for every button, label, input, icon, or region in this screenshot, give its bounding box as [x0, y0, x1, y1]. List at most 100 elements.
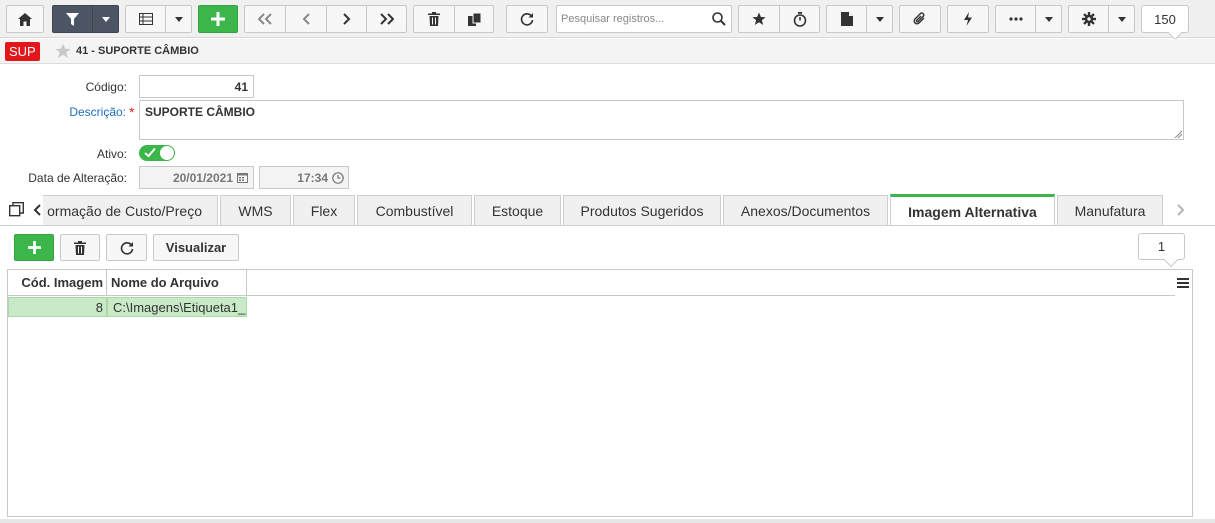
last-record-button[interactable] [366, 5, 407, 33]
tab-imagem-alternativa[interactable]: Imagem Alternativa [890, 194, 1055, 226]
tab-anexos-documentos[interactable]: Anexos/Documentos [723, 195, 888, 226]
caret-down-icon [101, 16, 110, 22]
cell-cod-imagem[interactable]: 8 [8, 297, 107, 317]
tab-estoque[interactable]: Estoque [474, 195, 561, 226]
copy-record-button[interactable] [454, 5, 494, 33]
tab-produtos-sugeridos[interactable]: Produtos Sugeridos [563, 195, 721, 226]
ativo-toggle[interactable] [139, 145, 175, 161]
filter-button[interactable] [52, 5, 92, 33]
cell-nome-arquivo[interactable]: C:\Imagens\Etiqueta1_ [107, 297, 247, 317]
copy-icon [467, 12, 481, 26]
codigo-value: 41 [234, 80, 248, 94]
filter-dropdown-button[interactable] [92, 5, 119, 33]
descricao-value: SUPORTE CÂMBIO [145, 105, 256, 119]
tab-label: Manufatura [1074, 203, 1146, 219]
windows-icon[interactable] [9, 202, 24, 217]
column-menu-icon[interactable] [1177, 278, 1189, 288]
list-view-icon [138, 13, 153, 25]
favorite-button[interactable] [738, 5, 779, 33]
grid-row-count: 1 [1138, 233, 1185, 268]
images-grid: Cód. Imagem Nome do Arquivo 8 C:\Imagens… [7, 269, 1193, 517]
quick-action-button[interactable] [947, 5, 989, 33]
visualizar-button[interactable]: Visualizar [153, 234, 239, 261]
settings-button[interactable] [1068, 5, 1108, 33]
add-image-button[interactable] [14, 234, 54, 261]
chevron-left-icon[interactable] [33, 204, 41, 216]
next-record-button[interactable] [326, 5, 366, 33]
more-dropdown-button[interactable] [1035, 5, 1062, 33]
descricao-field[interactable]: SUPORTE CÂMBIO [139, 100, 1184, 140]
last-record-icon [379, 13, 394, 25]
tab-strip: ormação de Custo/Preço WMS Flex Combustí… [0, 194, 1215, 226]
list-view-dropdown-button[interactable] [165, 5, 192, 33]
home-icon [18, 12, 32, 26]
delete-image-button[interactable] [60, 234, 100, 261]
add-record-button[interactable] [198, 5, 238, 33]
delete-record-button[interactable] [413, 5, 454, 33]
list-view-button[interactable] [125, 5, 165, 33]
tab-label: Imagem Alternativa [908, 203, 1037, 220]
filter-icon [66, 12, 79, 26]
star-icon [752, 12, 766, 25]
tab-manufatura[interactable]: Manufatura [1057, 195, 1163, 226]
favorite-star-icon[interactable] [55, 43, 71, 59]
data-alteracao-date-field: 20/01/2021 [139, 166, 254, 189]
trash-icon [74, 240, 86, 255]
search-input[interactable] [557, 6, 707, 32]
first-record-button[interactable] [244, 5, 285, 33]
settings-dropdown-button[interactable] [1108, 5, 1135, 33]
descricao-label: Descrição: [69, 105, 126, 119]
chevron-right-icon[interactable] [1177, 204, 1185, 216]
tab-label: Estoque [491, 203, 544, 219]
column-header-cod-imagem[interactable]: Cód. Imagem [8, 270, 107, 296]
caret-down-icon [1044, 16, 1053, 22]
previous-record-button[interactable] [285, 5, 326, 33]
refresh-icon [520, 13, 534, 26]
add-icon [27, 241, 41, 254]
search-icon[interactable] [712, 12, 726, 26]
refresh-button[interactable] [506, 5, 548, 33]
main-toolbar: 150 [0, 0, 1215, 41]
first-record-icon [258, 13, 272, 25]
more-button[interactable] [995, 5, 1035, 33]
next-record-icon [342, 13, 350, 25]
add-icon [211, 12, 225, 26]
codigo-field[interactable]: 41 [139, 75, 254, 98]
check-icon [144, 147, 156, 158]
caret-down-icon [1117, 16, 1126, 22]
ativo-label: Ativo: [96, 147, 127, 161]
record-count-value: 150 [1154, 11, 1176, 27]
caret-down-icon [174, 16, 183, 22]
grid-row-count-value: 1 [1157, 239, 1166, 254]
calendar-icon [237, 173, 248, 183]
record-title: 41 - SUPORTE CÂMBIO [76, 45, 199, 57]
resize-handle-icon[interactable] [1174, 130, 1182, 138]
document-button[interactable] [826, 5, 866, 33]
tab-formacao-custo-preco[interactable]: ormação de Custo/Preço [43, 195, 218, 226]
data-alteracao-label: Data de Alteração: [28, 171, 127, 185]
stopwatch-icon [793, 11, 806, 27]
codigo-label: Código: [85, 80, 127, 94]
tab-label: Produtos Sugeridos [580, 203, 704, 219]
tab-label: Anexos/Documentos [740, 203, 871, 219]
tab-label: Flex [310, 203, 338, 219]
tab-wms[interactable]: WMS [220, 195, 291, 226]
record-title-bar: SUP 41 - SUPORTE CÂMBIO [0, 39, 1215, 64]
data-alteracao-date-value: 20/01/2021 [172, 171, 233, 185]
column-header-nome-arquivo[interactable]: Nome do Arquivo [107, 270, 247, 296]
timer-button[interactable] [779, 5, 820, 33]
refresh-grid-button[interactable] [106, 234, 147, 261]
tab-label: WMS [238, 203, 273, 219]
document-icon [840, 12, 853, 26]
visualizar-label: Visualizar [165, 240, 227, 255]
gear-icon [1081, 12, 1096, 26]
lightning-icon [964, 12, 972, 26]
document-dropdown-button[interactable] [866, 5, 893, 33]
record-count-badge: 150 [1141, 5, 1189, 41]
tab-flex[interactable]: Flex [293, 195, 355, 226]
tab-combustivel[interactable]: Combustível [357, 195, 472, 226]
home-button[interactable] [6, 5, 44, 33]
previous-record-icon [302, 13, 310, 25]
search-box [556, 5, 732, 33]
attachment-button[interactable] [899, 5, 941, 33]
